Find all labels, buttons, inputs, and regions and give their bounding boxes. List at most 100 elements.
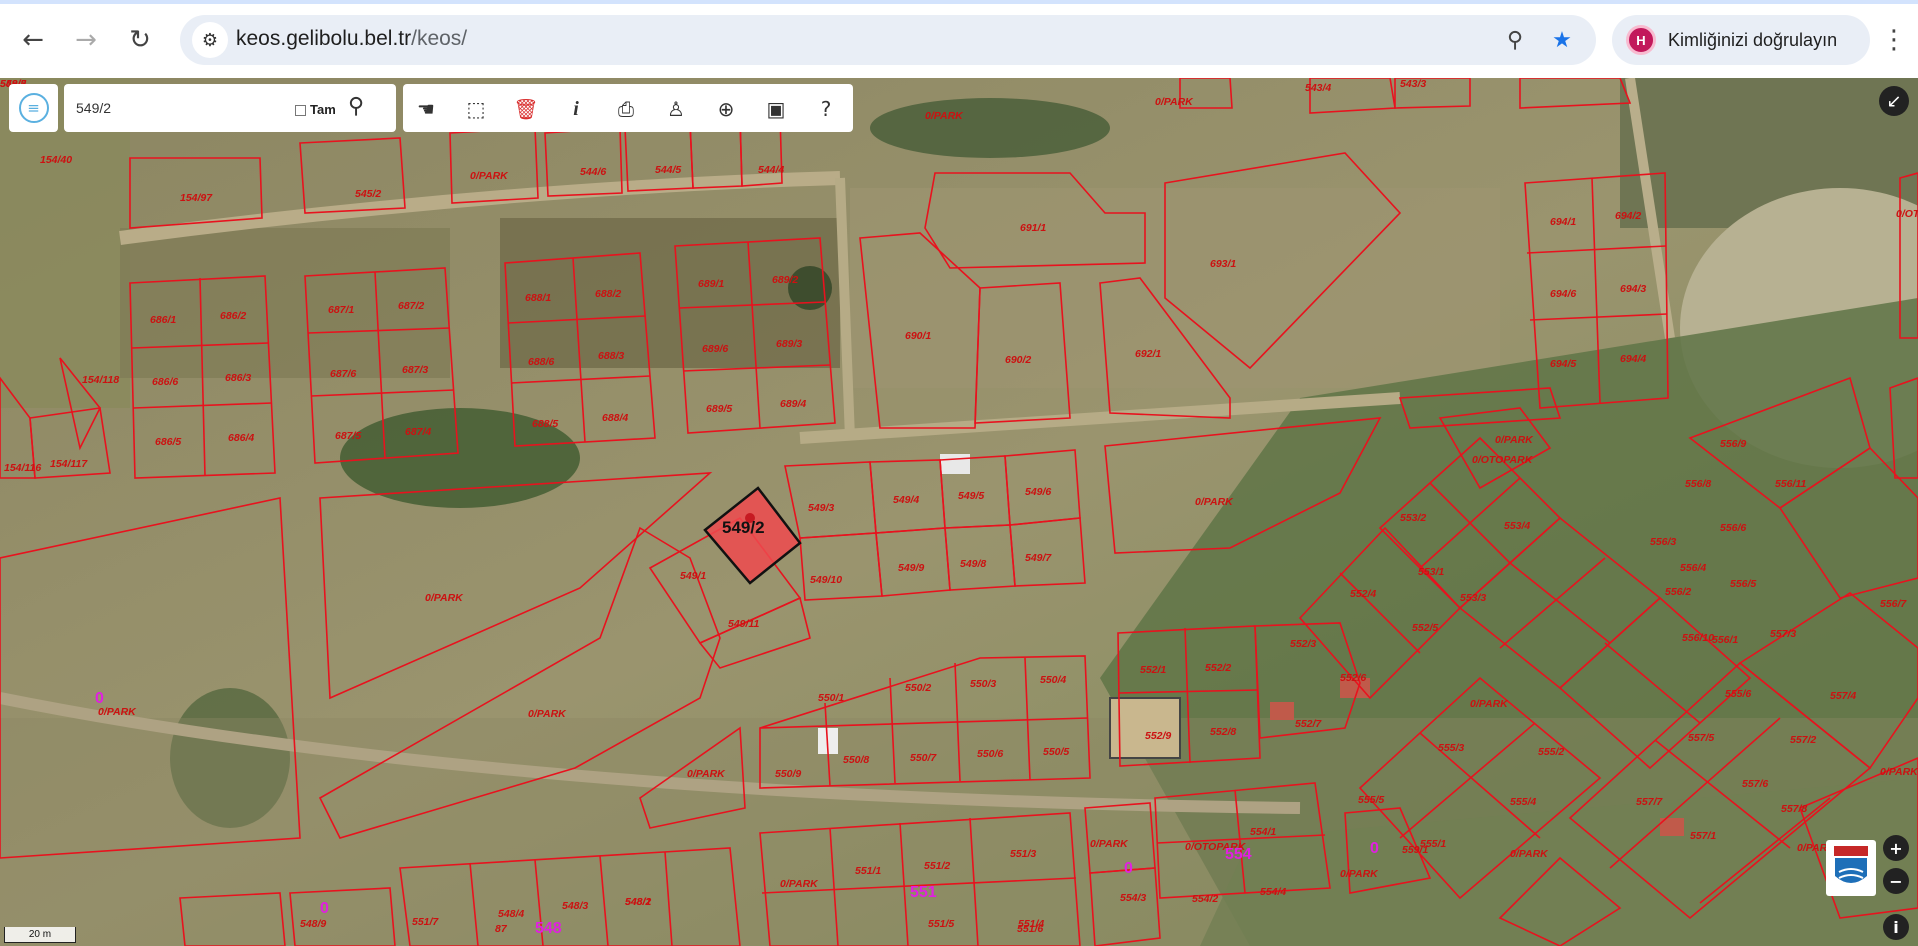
parcel-label[interactable]: 694/3	[1620, 283, 1646, 295]
parcel-label[interactable]: 687/6	[330, 368, 356, 380]
parcel-label[interactable]: 0/PARK	[1340, 868, 1378, 880]
parcel-label[interactable]: 694/6	[1550, 288, 1576, 300]
parcel-label[interactable]: 687/3	[402, 364, 428, 376]
parcel-label[interactable]: 550/1	[818, 692, 844, 704]
parcel-label[interactable]: 687/1	[328, 304, 354, 316]
parcel-label[interactable]: 694/2	[1615, 210, 1641, 222]
parcel-label[interactable]: 0/PARK	[1155, 96, 1193, 108]
parcel-label[interactable]: 688/3	[598, 350, 624, 362]
parcel-label[interactable]: 154/118	[82, 374, 119, 386]
map-view[interactable]: 154/40 154/97 545/2 0/PARK 544/6 544/5 544/4 0/…	[0, 78, 1918, 946]
parcel-label[interactable]: 552/5	[1412, 622, 1438, 634]
parcel-label[interactable]: 554/2	[1192, 893, 1218, 905]
parcel-label[interactable]: 0/PARK	[780, 878, 818, 890]
parcel-label[interactable]: 690/2	[1005, 354, 1031, 366]
parcel-label[interactable]: 0/PARK	[1195, 496, 1233, 508]
url-text[interactable]: keos.gelibolu.bel.tr/keos/	[236, 27, 467, 51]
info-icon[interactable]: i	[563, 96, 589, 122]
parcel-label[interactable]: 556/10	[1682, 632, 1714, 644]
parcel-label[interactable]: 0/PARK	[1880, 766, 1918, 778]
parcel-label[interactable]: 687/2	[398, 300, 424, 312]
parcel-label[interactable]: 556/7	[1880, 598, 1906, 610]
parcel-label[interactable]: 552/1	[1140, 664, 1166, 676]
parcel-label[interactable]: 548/9	[300, 918, 326, 930]
parcel-label[interactable]: 0/PARK	[925, 110, 963, 122]
parcel-label[interactable]: 686/3	[225, 372, 251, 384]
parcel-label[interactable]: 551/5	[928, 918, 954, 930]
parcel-label[interactable]: 689/6	[702, 343, 728, 355]
parcel-label[interactable]: 556/4	[1680, 562, 1706, 574]
parcel-label[interactable]: 555/2	[1538, 746, 1564, 758]
parcel-label[interactable]: 689/5	[706, 403, 732, 415]
parcel-label[interactable]: 686/2	[220, 310, 246, 322]
parcel-label[interactable]: 686/6	[152, 376, 178, 388]
parcel-label[interactable]: 550/5	[1043, 746, 1069, 758]
parcel-label[interactable]: 552/2	[1205, 662, 1231, 674]
parcel-label[interactable]: 692/1	[1135, 348, 1161, 360]
parcel-label[interactable]: 689/3	[776, 338, 802, 350]
parcel-label[interactable]: 557/5	[1688, 732, 1714, 744]
parcel-label[interactable]: 550/7	[910, 752, 936, 764]
parcel-label[interactable]: 688/5	[532, 418, 558, 430]
parcel-label[interactable]: 694/4	[1620, 353, 1646, 365]
parcel-label[interactable]: 544/5	[655, 164, 681, 176]
parcel-label[interactable]: 551/6	[1017, 923, 1043, 935]
parcel-label[interactable]: 556/11	[1775, 478, 1806, 490]
address-bar[interactable]: ⚙ keos.gelibolu.bel.tr/keos/ ⚲ ★	[180, 15, 1596, 65]
parcel-label[interactable]: 554/1	[1250, 826, 1276, 838]
parcel-label[interactable]: 555/6	[1725, 688, 1751, 700]
parcel-label[interactable]: 0/PARK	[687, 768, 725, 780]
parcel-label[interactable]: 556/1	[1712, 634, 1738, 646]
parcel-label[interactable]: 687/5	[335, 430, 361, 442]
parcel-label[interactable]: 552/7	[1295, 718, 1321, 730]
site-info-icon[interactable]: ⚙	[192, 22, 228, 58]
parcel-label[interactable]: 556/6	[1720, 522, 1746, 534]
kebab-menu-icon[interactable]: ⋮	[1874, 20, 1914, 60]
parcel-label[interactable]: 555/4	[1510, 796, 1536, 808]
selected-parcel-label[interactable]: 549/2	[722, 518, 765, 538]
parcel-label[interactable]: 688/1	[525, 292, 551, 304]
parcel-label[interactable]: 557/2	[1790, 734, 1816, 746]
parcel-label[interactable]: 549/5	[958, 490, 984, 502]
parcel-label[interactable]: 557/6	[1742, 778, 1768, 790]
zoom-extent-icon[interactable]: ⬚	[463, 96, 489, 122]
parcel-label[interactable]: 552/6	[1340, 672, 1366, 684]
parcel-label[interactable]: 550/2	[905, 682, 931, 694]
parcel-label[interactable]: 551/2	[924, 860, 950, 872]
parcel-label[interactable]: 550/9	[775, 768, 801, 780]
parcel-label[interactable]: 548/4	[498, 908, 524, 920]
image-icon[interactable]: ▣	[763, 96, 789, 122]
parcel-label[interactable]: 552/4	[1350, 588, 1376, 600]
parcel-label[interactable]: 548/3	[562, 900, 588, 912]
parcel-label[interactable]: 550/6	[977, 748, 1003, 760]
print-icon[interactable]: ⎙	[613, 96, 639, 122]
parcel-label[interactable]: 549/11	[728, 618, 759, 630]
exact-match-checkbox[interactable]	[295, 105, 306, 116]
forward-arrow-icon[interactable]: →	[66, 20, 106, 60]
parcel-label[interactable]: 557/7	[1636, 796, 1662, 808]
parcel-label[interactable]: 686/5	[155, 436, 181, 448]
parcel-label[interactable]: 556/2	[1665, 586, 1691, 598]
pan-hand-icon[interactable]: ☚	[413, 96, 439, 122]
parcel-label[interactable]: 687/4	[405, 426, 431, 438]
parcel-label[interactable]: 550/4	[1040, 674, 1066, 686]
parcel-label[interactable]: 551/3	[1010, 848, 1036, 860]
parcel-label[interactable]: 555/5	[1358, 794, 1384, 806]
zoom-out-icon[interactable]: ⚲	[1500, 25, 1530, 55]
parcel-label[interactable]: 552/3	[1290, 638, 1316, 650]
parcel-label[interactable]: 688/4	[602, 412, 628, 424]
parcel-label[interactable]: 553/2	[1400, 512, 1426, 524]
parcel-label[interactable]: 548/1	[625, 896, 651, 908]
parcel-label[interactable]: 0/OTOPARK	[1472, 454, 1532, 466]
parcel-label[interactable]: 552/8	[1210, 726, 1236, 738]
parcel-label[interactable]: 689/1	[698, 278, 724, 290]
parcel-label[interactable]: 557/3	[1770, 628, 1796, 640]
reload-icon[interactable]: ↻	[120, 20, 160, 60]
parcel-label[interactable]: 0/PARK	[528, 708, 566, 720]
parcel-label[interactable]: 544/4	[758, 164, 784, 176]
parcel-label[interactable]: 0/PARK	[425, 592, 463, 604]
parcel-label[interactable]: 0/PARK	[1470, 698, 1508, 710]
parcel-label[interactable]: 556/5	[1730, 578, 1756, 590]
parcel-label[interactable]: 551/7	[412, 916, 438, 928]
attribution-button[interactable]: i	[1883, 914, 1909, 940]
